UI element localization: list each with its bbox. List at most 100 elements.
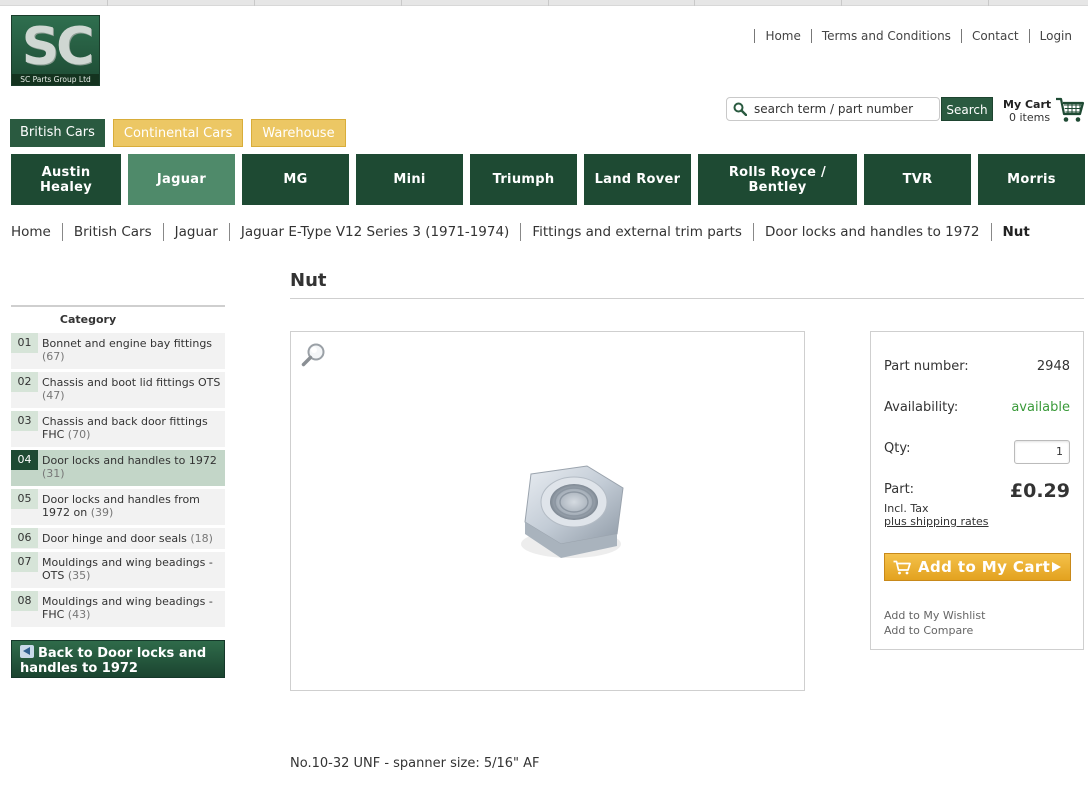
category-tabs: British Cars Continental Cars Warehouse	[10, 119, 346, 147]
price-value: £0.29	[1009, 480, 1070, 502]
part-number-value: 2948	[1036, 359, 1070, 374]
sidebar-item-count: (35)	[67, 569, 91, 582]
search-button[interactable]: Search	[941, 97, 993, 121]
brand-mini[interactable]: Mini	[356, 154, 463, 205]
page-title: Nut	[290, 270, 327, 291]
availability-value: available	[1011, 400, 1070, 415]
strip-divider	[401, 0, 402, 6]
sidebar-item-number: 07	[11, 552, 38, 572]
breadcrumb-jaguar[interactable]: Jaguar	[162, 223, 229, 241]
breadcrumb-home[interactable]: Home	[11, 223, 62, 241]
sidebar-item-name: Bonnet and engine bay fittings	[42, 337, 213, 350]
add-to-wishlist-link[interactable]: Add to My Wishlist	[884, 609, 985, 622]
top-link-login[interactable]: Login	[1028, 29, 1072, 43]
product-description: No.10-32 UNF - spanner size: 5/16" AF	[290, 756, 540, 771]
brand-morris[interactable]: Morris	[978, 154, 1085, 205]
sidebar-item-name: Door locks and handles to 1972	[42, 454, 217, 467]
shipping-rates-link[interactable]: plus shipping rates	[884, 515, 989, 528]
add-to-cart-button[interactable]: Add to My Cart	[884, 553, 1071, 581]
brand-jaguar[interactable]: Jaguar	[128, 154, 235, 205]
sidebar-item-label: Door hinge and door seals (18)	[42, 532, 222, 545]
strip-divider	[694, 0, 695, 6]
tab-warehouse[interactable]: Warehouse	[251, 119, 346, 147]
brand-austin-healey[interactable]: Austin Healey	[11, 154, 121, 205]
brand-triumph[interactable]: Triumph	[470, 154, 577, 205]
logo-text: SC	[21, 17, 95, 77]
title-divider	[290, 298, 1084, 299]
purchase-panel: Part number: 2948 Availability: availabl…	[870, 331, 1084, 650]
breadcrumb-door-locks[interactable]: Door locks and handles to 1972	[752, 223, 991, 241]
tab-british-cars[interactable]: British Cars	[10, 119, 105, 147]
strip-divider	[988, 0, 989, 6]
add-to-compare-link[interactable]: Add to Compare	[884, 624, 973, 637]
brand-rolls-royce-bentley[interactable]: Rolls Royce / Bentley	[698, 154, 857, 205]
arrow-left-icon	[20, 645, 34, 658]
sidebar-item-count: (31)	[42, 467, 65, 480]
sidebar-item-number: 01	[11, 333, 38, 353]
brand-tvr[interactable]: TVR	[864, 154, 971, 205]
breadcrumb-fittings[interactable]: Fittings and external trim parts	[520, 223, 753, 241]
product-photo-nut	[521, 465, 624, 558]
sidebar-item-label: Chassis and boot lid fittings OTS (47)	[42, 376, 222, 402]
sidebar-heading: Category	[59, 313, 117, 326]
brand-land-rover[interactable]: Land Rover	[584, 154, 691, 205]
qty-label: Qty:	[884, 441, 911, 456]
zoom-icon[interactable]	[301, 342, 327, 368]
top-link-contact[interactable]: Contact	[960, 29, 1029, 43]
part-number-label: Part number:	[884, 359, 969, 374]
play-arrow-icon	[1052, 562, 1061, 572]
sidebar-item-name: Door locks and handles from 1972 on	[42, 493, 200, 519]
tab-continental-cars[interactable]: Continental Cars	[112, 119, 244, 147]
cart-title: My Cart	[1003, 98, 1052, 111]
quantity-input[interactable]: 1	[1014, 440, 1070, 464]
sidebar-item[interactable]: 07 Mouldings and wing beadings - OTS (35…	[11, 552, 225, 588]
search-icon	[733, 102, 747, 116]
sidebar-item-label: Mouldings and wing beadings - OTS (35)	[42, 556, 222, 582]
sidebar-item[interactable]: 05 Door locks and handles from 1972 on (…	[11, 489, 225, 525]
back-button-label: Back to Door locks and handles to 1972	[20, 646, 207, 676]
search-placeholder: search term / part number	[754, 102, 914, 116]
top-link-terms[interactable]: Terms and Conditions	[810, 29, 961, 43]
sidebar-item[interactable]: 06 Door hinge and door seals (18)	[11, 528, 225, 549]
sidebar-item-number: 02	[11, 372, 38, 392]
shopping-cart-icon	[1056, 97, 1085, 122]
availability-label: Availability:	[884, 400, 959, 415]
top-links: Home Terms and Conditions Contact Login	[754, 29, 1072, 43]
breadcrumb-british-cars[interactable]: British Cars	[61, 223, 163, 241]
sidebar-item-count: (43)	[67, 608, 91, 621]
sidebar-item-number: 04	[11, 450, 38, 470]
sidebar-item-number: 05	[11, 489, 38, 509]
search-input[interactable]: search term / part number	[726, 97, 940, 121]
sidebar-item-count: (67)	[42, 350, 65, 363]
breadcrumb: Home British Cars Jaguar Jaguar E-Type V…	[11, 223, 1041, 241]
back-to-category-button[interactable]: Back to Door locks and handles to 1972	[11, 640, 225, 678]
mini-cart[interactable]: My Cart 0 items	[1003, 96, 1087, 128]
sidebar-item-label: Mouldings and wing beadings - FHC (43)	[42, 595, 222, 621]
sidebar-item[interactable]: 01 Bonnet and engine bay fittings (67)	[11, 333, 225, 369]
sidebar-item[interactable]: 03 Chassis and back door fittings FHC (7…	[11, 411, 225, 447]
sidebar-item[interactable]: 08 Mouldings and wing beadings - FHC (43…	[11, 591, 225, 627]
product-image-panel[interactable]	[290, 331, 805, 691]
sidebar-item-label: Door locks and handles from 1972 on (39)	[42, 493, 222, 519]
sidebar-item-active[interactable]: 04 Door locks and handles to 1972 (31)	[11, 450, 225, 486]
sidebar-item-number: 03	[11, 411, 38, 431]
brand-mg[interactable]: MG	[242, 154, 349, 205]
breadcrumb-current: Nut	[990, 223, 1041, 241]
sidebar-item-count: (39)	[90, 506, 114, 519]
strip-divider	[841, 0, 842, 6]
top-strip	[0, 0, 1088, 6]
sidebar-item-name: Door hinge and door seals	[42, 532, 187, 545]
sidebar-item-count: (47)	[42, 389, 65, 402]
strip-divider	[107, 0, 108, 6]
strip-divider	[254, 0, 255, 6]
sidebar-item-name: Chassis and boot lid fittings OTS	[42, 376, 221, 389]
price-label: Part:	[884, 482, 915, 497]
cart-item-count: 0 items	[1009, 111, 1051, 124]
cart-icon	[893, 560, 911, 575]
site-logo[interactable]: SC SC Parts Group Ltd	[11, 15, 100, 86]
sidebar-item-count: (18)	[190, 532, 213, 545]
breadcrumb-e-type[interactable]: Jaguar E-Type V12 Series 3 (1971-1974)	[228, 223, 520, 241]
top-link-home[interactable]: Home	[754, 29, 810, 43]
sidebar-item[interactable]: 02 Chassis and boot lid fittings OTS (47…	[11, 372, 225, 408]
sidebar-item-number: 06	[11, 528, 38, 548]
